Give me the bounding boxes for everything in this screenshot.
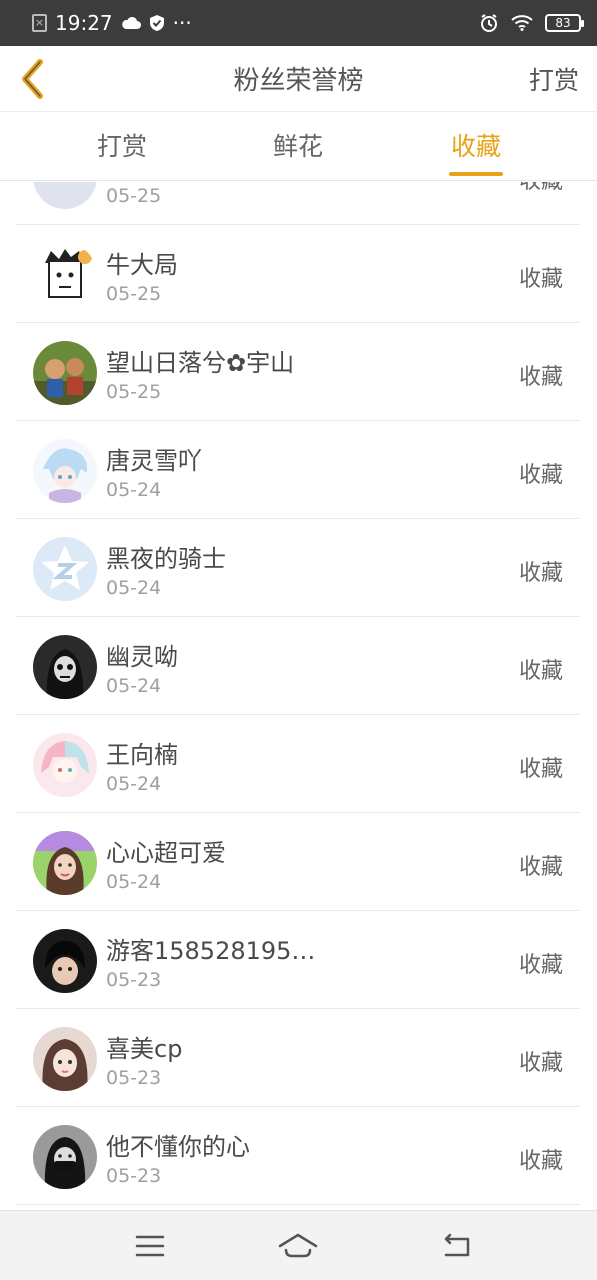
action-label: 收藏	[518, 953, 563, 978]
user-name: 王向楠	[106, 741, 178, 769]
home-button[interactable]	[278, 1227, 318, 1265]
date: 05-24	[106, 871, 162, 893]
cloud-icon	[121, 16, 141, 29]
user-name: 牛大局	[106, 251, 178, 279]
shield-icon	[149, 15, 164, 31]
action-label: 收藏	[518, 659, 563, 684]
list-item[interactable]: 心心超可爱 05-24 收藏	[16, 813, 580, 911]
avatar	[33, 341, 97, 405]
tab-reward[interactable]: 打赏	[62, 112, 182, 181]
action-label: 收藏	[518, 855, 563, 880]
action-label: 收藏	[518, 267, 563, 292]
action-label: 收藏	[518, 561, 563, 586]
notification-x-icon: ×	[32, 14, 47, 32]
menu-button[interactable]	[130, 1227, 170, 1265]
date: 05-24	[106, 773, 162, 795]
home-icon	[278, 1233, 318, 1258]
avatar	[33, 733, 97, 797]
user-name: 游客158528195…	[106, 937, 316, 965]
list-item[interactable]: 黑夜的骑士 05-24 收藏	[16, 519, 580, 617]
avatar	[33, 1027, 97, 1091]
status-more-dots: ···	[172, 11, 192, 35]
user-name: 他不懂你的心	[106, 1133, 250, 1161]
tab-bar: 打赏 鲜花 收藏	[0, 112, 597, 181]
list-item[interactable]: 牛大局 05-25 收藏	[16, 225, 580, 323]
avatar	[33, 1125, 97, 1189]
reward-button[interactable]: 打赏	[529, 61, 579, 97]
date: 05-25	[106, 185, 162, 207]
tab-favorites[interactable]: 收藏	[416, 112, 536, 181]
avatar	[33, 243, 97, 307]
active-tab-indicator	[449, 172, 503, 176]
alarm-icon	[481, 14, 497, 32]
list-item[interactable]: 05-25 收藏	[16, 182, 580, 225]
page-title: 粉丝荣誉榜	[233, 66, 364, 96]
list-item[interactable]: 唐灵雪吖 05-24 收藏	[16, 421, 580, 519]
status-bar: × 19:27 ··· 83	[0, 0, 597, 46]
action-label: 收藏	[518, 463, 563, 488]
system-nav-bar	[0, 1210, 597, 1280]
fan-list: 05-25 收藏 牛大局 05-25 收藏 望山日落兮✿宇山 05-25 收藏 …	[0, 182, 597, 1210]
list-item[interactable]: 望山日落兮✿宇山 05-25 收藏	[16, 323, 580, 421]
avatar	[33, 831, 97, 895]
date: 05-23	[106, 1067, 162, 1089]
action-label: 收藏	[518, 757, 563, 782]
tab-flowers[interactable]: 鲜花	[238, 112, 358, 181]
user-name: 望山日落兮✿宇山	[106, 349, 295, 377]
menu-icon	[135, 1235, 165, 1257]
date: 05-24	[106, 479, 162, 501]
avatar	[33, 182, 97, 209]
action-label: 收藏	[518, 365, 563, 390]
battery-icon: 83	[545, 14, 584, 32]
date: 05-23	[106, 969, 162, 991]
action-label: 收藏	[519, 182, 563, 195]
action-label: 收藏	[518, 1149, 563, 1174]
user-name: 心心超可爱	[106, 839, 226, 867]
date: 05-25	[106, 381, 162, 403]
avatar	[33, 635, 97, 699]
user-name: 黑夜的骑士	[106, 545, 226, 573]
avatar	[33, 537, 97, 601]
list-item[interactable]: 幽灵呦 05-24 收藏	[16, 617, 580, 715]
user-name: 唐灵雪吖	[106, 447, 202, 475]
list-item[interactable]: 他不懂你的心 05-23 收藏	[16, 1107, 580, 1205]
date: 05-25	[106, 283, 162, 305]
back-nav-button[interactable]	[436, 1227, 476, 1265]
avatar	[33, 439, 97, 503]
action-label: 收藏	[518, 1051, 563, 1076]
date: 05-23	[106, 1165, 162, 1187]
wifi-icon	[511, 15, 533, 31]
date: 05-24	[106, 577, 162, 599]
date: 05-24	[106, 675, 162, 697]
back-icon	[444, 1233, 470, 1257]
status-time: 19:27	[55, 11, 113, 35]
header: 粉丝荣誉榜 打赏	[0, 46, 597, 112]
user-name: 幽灵呦	[106, 643, 178, 671]
list-item[interactable]: 游客158528195… 05-23 收藏	[16, 911, 580, 1009]
list-item[interactable]: 喜美cp 05-23 收藏	[16, 1009, 580, 1107]
tab-favorites-label: 收藏	[450, 132, 501, 161]
list-item[interactable]: 王向楠 05-24 收藏	[16, 715, 580, 813]
user-name: 喜美cp	[106, 1035, 183, 1063]
avatar	[33, 929, 97, 993]
